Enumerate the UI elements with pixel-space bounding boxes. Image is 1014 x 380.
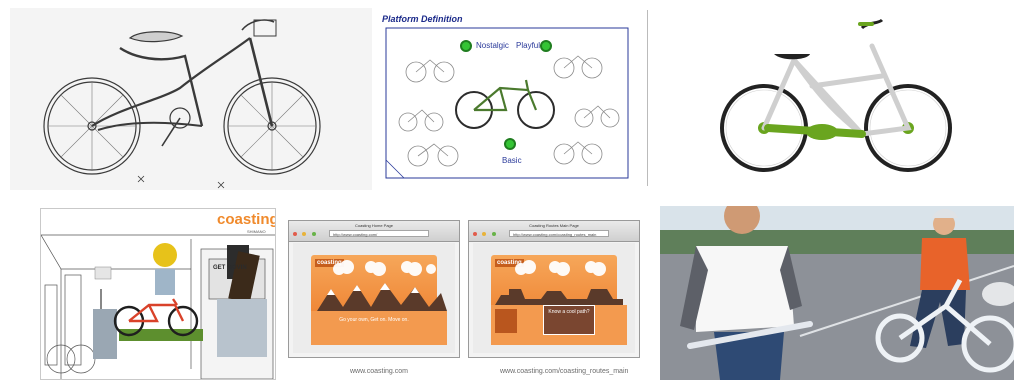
caption-routes: www.coasting.com/coasting_routes_main <box>500 368 629 375</box>
routes-box-title: Know a cool path? <box>548 309 590 315</box>
store-display-icon <box>41 234 275 379</box>
bicycle-product-icon <box>720 18 952 172</box>
store-poster-text: GET MOVIN <box>213 265 247 271</box>
green-marker-icon <box>460 40 472 52</box>
browser-viewport: coasting Know a cool path? <box>473 243 635 353</box>
browser-titlebar: Coasting Routes Main Page http://www.coa… <box>469 221 639 242</box>
bicycle-riders-photo-icon <box>660 206 1014 380</box>
divider <box>647 10 648 186</box>
site-routes: coasting Know a cool path? <box>491 255 627 345</box>
site-home: coasting Go your own, Get on. Move on. <box>311 255 447 345</box>
green-marker-icon <box>540 40 552 52</box>
riders-photo-panel <box>660 206 1014 380</box>
web-screens-panel: Coasting Home Page http://www.coasting.c… <box>286 220 642 380</box>
window-controls <box>473 223 496 241</box>
routes-sidebar <box>495 309 517 333</box>
bicycle-sketch-panel <box>10 8 372 190</box>
address-field[interactable]: http://www.coasting.com/coasting_routes_… <box>509 230 609 237</box>
hero-text: Go your own, Get on. Move on. <box>339 317 409 323</box>
routes-box: Know a cool path? <box>543 305 595 335</box>
green-marker-icon <box>504 138 516 150</box>
caption-home: www.coasting.com <box>350 368 408 375</box>
nostalgic-label: Nostalgic <box>476 41 509 50</box>
browser-titlebar: Coasting Home Page http://www.coasting.c… <box>289 221 459 242</box>
browser-viewport: coasting Go your own, Get on. Move on. <box>293 243 455 353</box>
basic-label: Basic <box>502 156 522 165</box>
browser-window-home: Coasting Home Page http://www.coasting.c… <box>288 220 460 358</box>
site-mountains <box>311 260 447 345</box>
store-display-panel: coasting SHIMANO GET MOVIN <box>40 208 276 380</box>
bicycle-sketch-icon <box>43 19 321 189</box>
browser-window-routes: Coasting Routes Main Page http://www.coa… <box>468 220 640 358</box>
platform-definition-panel: Platform Definition Nostalgic Playful Ba… <box>378 10 630 182</box>
window-controls <box>293 223 316 241</box>
playful-label: Playful <box>516 41 541 50</box>
product-bike-panel <box>712 16 964 176</box>
address-field[interactable]: http://www.coasting.com/ <box>329 230 429 237</box>
